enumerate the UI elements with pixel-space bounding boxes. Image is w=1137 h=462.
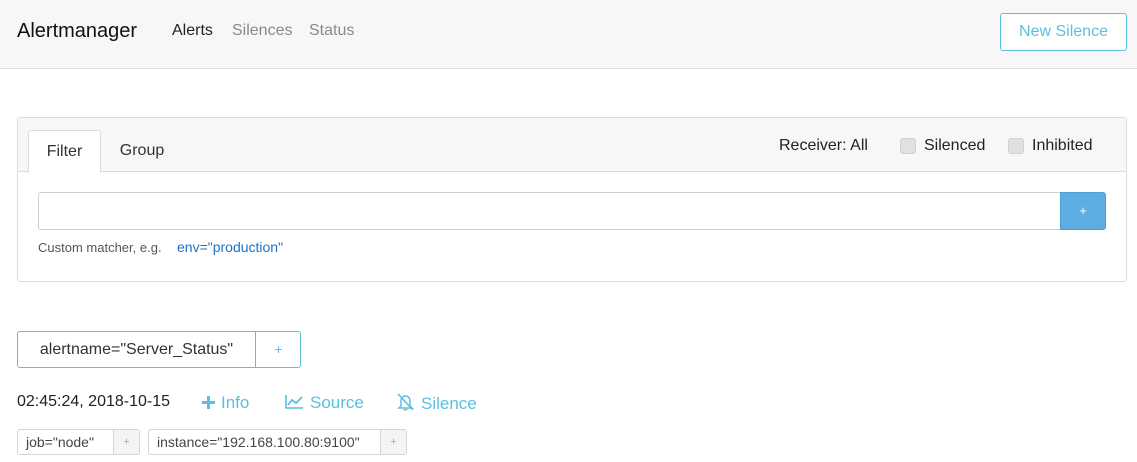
label-pill-add-button[interactable]: +: [381, 430, 406, 454]
tab-group[interactable]: Group: [118, 130, 166, 173]
nav-status[interactable]: Status: [309, 22, 354, 40]
label-pill-text[interactable]: job="node": [18, 430, 114, 454]
brand-title[interactable]: Alertmanager: [17, 20, 137, 43]
info-label: Info: [221, 393, 250, 412]
filter-input[interactable]: [38, 192, 1061, 230]
filter-card: Filter Group Receiver: All Silenced Inhi…: [17, 117, 1127, 282]
source-button[interactable]: Source: [285, 393, 364, 414]
bell-slash-icon: [396, 393, 415, 416]
tab-filter[interactable]: Filter: [28, 130, 101, 173]
add-filter-button[interactable]: +: [1060, 192, 1106, 230]
info-button[interactable]: Info: [202, 393, 249, 414]
new-silence-button[interactable]: New Silence: [1000, 13, 1127, 51]
receiver-select[interactable]: Receiver: All: [779, 137, 868, 155]
alert-timestamp: 02:45:24, 2018-10-15: [17, 393, 171, 410]
silence-button[interactable]: Silence: [396, 393, 477, 416]
nav-alerts[interactable]: Alerts: [172, 22, 213, 40]
group-label-text[interactable]: alertname="Server_Status": [18, 332, 256, 367]
navbar: Alertmanager Alerts Silences Status New …: [0, 0, 1137, 69]
silenced-checkbox[interactable]: [900, 138, 916, 154]
silence-label: Silence: [421, 393, 477, 413]
filter-hint: Custom matcher, e.g.: [38, 240, 162, 255]
chart-line-icon: [285, 394, 304, 414]
filter-hint-example[interactable]: env="production": [177, 239, 283, 255]
plus-icon: [202, 394, 215, 414]
nav-silences[interactable]: Silences: [232, 22, 292, 40]
label-pill-text[interactable]: instance="192.168.100.80:9100": [149, 430, 381, 454]
label-pill-job: job="node" +: [17, 429, 140, 455]
silenced-label[interactable]: Silenced: [924, 137, 985, 155]
label-pill-add-button[interactable]: +: [114, 430, 139, 454]
source-label: Source: [310, 393, 364, 412]
alert-group-label: alertname="Server_Status" +: [17, 331, 301, 368]
inhibited-checkbox[interactable]: [1008, 138, 1024, 154]
inhibited-label[interactable]: Inhibited: [1032, 137, 1093, 155]
filter-card-header: Filter Group Receiver: All Silenced Inhi…: [18, 118, 1126, 173]
label-pill-instance: instance="192.168.100.80:9100" +: [148, 429, 407, 455]
group-label-add-button[interactable]: +: [256, 332, 301, 367]
